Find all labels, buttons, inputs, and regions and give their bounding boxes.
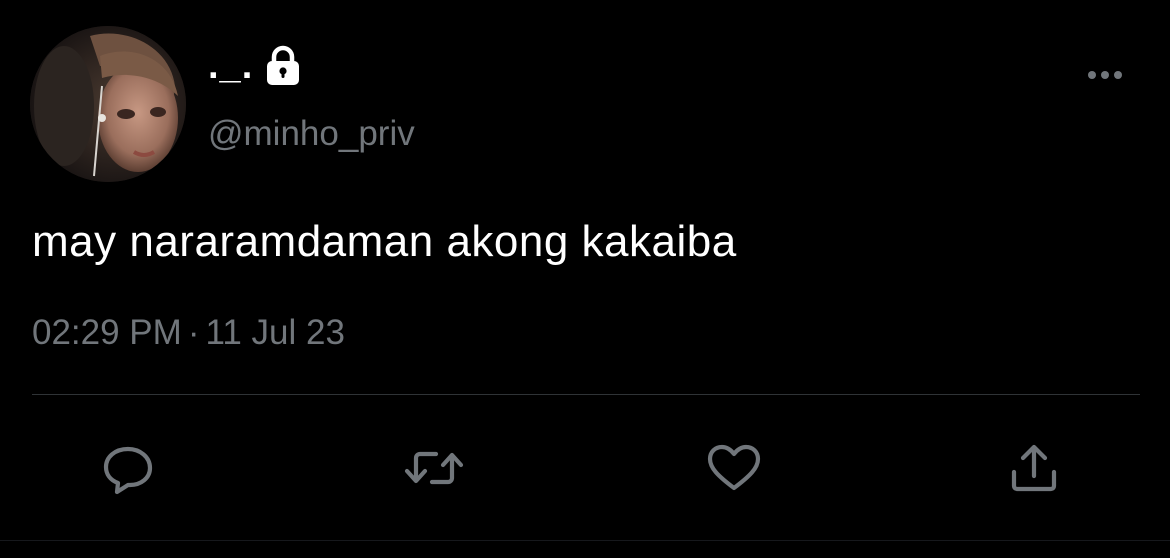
retweet-icon: [402, 440, 466, 496]
tweet-text: may nararamdaman akong kakaiba: [32, 217, 737, 266]
reply-icon: [100, 440, 156, 496]
tweet-card: ._. @minho_priv may nararamdaman akong k…: [0, 0, 1170, 558]
bottom-divider: [0, 540, 1170, 541]
lock-icon: [263, 44, 303, 88]
share-button[interactable]: [1004, 440, 1064, 496]
divider: [32, 394, 1140, 395]
name-row: ._.: [208, 36, 303, 96]
meta-separator: ·: [187, 313, 200, 352]
reply-button[interactable]: [98, 440, 158, 496]
avatar[interactable]: [30, 26, 186, 182]
tweet-date[interactable]: 11 Jul 23: [205, 313, 344, 352]
display-name[interactable]: ._.: [208, 36, 253, 96]
like-button[interactable]: [704, 440, 764, 496]
tweet-time[interactable]: 02:29 PM: [32, 313, 182, 352]
retweet-button[interactable]: [404, 440, 464, 496]
handle[interactable]: @minho_priv: [208, 112, 415, 156]
share-icon: [1006, 440, 1062, 496]
tweet-meta: 02:29 PM · 11 Jul 23: [32, 308, 345, 358]
heart-icon: [704, 440, 764, 496]
more-horizontal-icon[interactable]: [1080, 60, 1130, 90]
